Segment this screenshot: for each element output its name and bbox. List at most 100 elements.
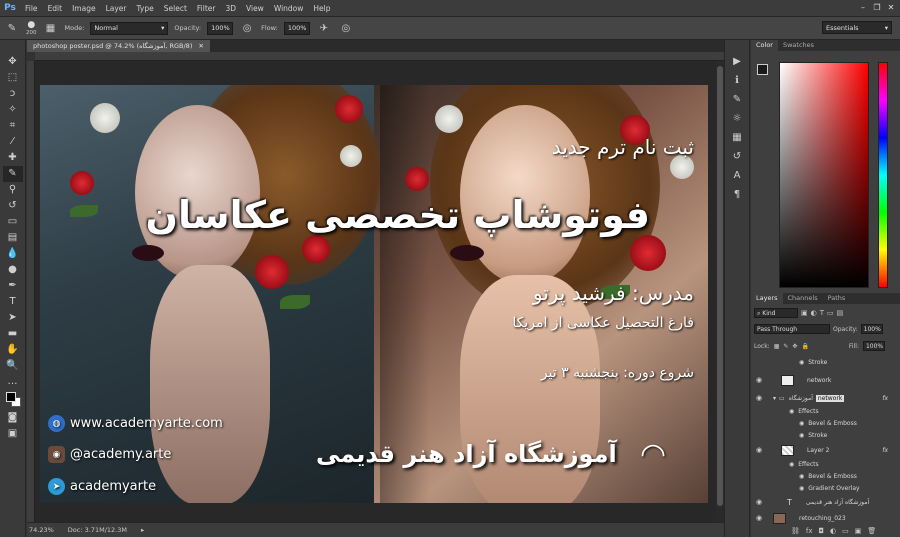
fx-icon[interactable]: fx [882,447,888,454]
paragraph-icon[interactable]: ¶ [728,187,746,203]
brush-panel-icon[interactable]: ✎ [728,92,746,108]
status-menu-icon[interactable]: ▸ [141,526,144,534]
layer-row[interactable]: ◉ T آموزشگاه آزاد هنر قدیمی [751,495,900,509]
effect-eye-icon[interactable]: ◉ [799,473,804,480]
character-icon[interactable]: A [728,168,746,184]
visibility-eye-icon[interactable]: ◉ [756,498,762,506]
document-canvas[interactable]: ثبت نام ترم جدید فوتوشاپ تخصصی عکاسان مد… [40,85,708,503]
pressure-size-icon[interactable]: ◎ [338,20,354,36]
document-tab[interactable]: photoshop poster.psd @ 74.2% (آموزشگاه, … [27,40,210,52]
layer-row[interactable]: ◉ Stroke [751,355,900,369]
tab-paths[interactable]: Paths [823,293,851,304]
lock-transparency-icon[interactable]: ▦ [774,343,780,350]
styles-icon[interactable]: ▦ [728,130,746,146]
healing-brush-tool-icon[interactable]: ✚ [3,150,23,166]
menu-type[interactable]: Type [132,4,159,13]
blend-mode-select[interactable]: Pass Through [754,324,830,334]
dodge-tool-icon[interactable]: ● [3,262,23,278]
adjustments-icon[interactable]: ☼ [728,111,746,127]
add-style-icon[interactable]: fx [806,527,813,535]
type-tool-icon[interactable]: T [3,294,23,310]
eyedropper-tool-icon[interactable]: ⁄ [3,134,23,150]
history-icon[interactable]: ↺ [728,149,746,165]
layer-row[interactable]: ◉ Stroke [751,428,900,442]
vertical-scrollbar[interactable] [716,61,724,522]
close-tab-icon[interactable]: ✕ [198,40,203,52]
trash-icon[interactable]: 🗑 [867,527,876,535]
menu-layer[interactable]: Layer [101,4,132,13]
crop-tool-icon[interactable]: ⌗ [3,118,23,134]
effects-eye-icon[interactable]: ◉ [789,461,794,468]
menu-select[interactable]: Select [159,4,192,13]
visibility-eye-icon[interactable]: ◉ [756,446,762,454]
rectangle-tool-icon[interactable]: ▬ [3,326,23,342]
fg-color-chip[interactable] [757,64,768,75]
screen-mode-icon[interactable]: ▣ [3,426,23,442]
path-selection-tool-icon[interactable]: ➤ [3,310,23,326]
filter-smart-icon[interactable]: ▤ [837,309,844,317]
effect-eye-icon[interactable]: ◉ [799,420,804,427]
menu-image[interactable]: Image [67,4,101,13]
airbrush-icon[interactable]: ✈ [316,20,332,36]
brush-size-picker[interactable]: ● 200 [26,20,37,36]
workspace-select[interactable]: Essentials ▾ [822,21,892,34]
menu-filter[interactable]: Filter [192,4,221,13]
fx-icon[interactable]: fx [882,395,888,402]
pen-tool-icon[interactable]: ✒ [3,278,23,294]
menu-help[interactable]: Help [308,4,335,13]
lock-position-icon[interactable]: ✥ [792,343,797,350]
opacity-field[interactable]: 100% [207,21,234,35]
menu-window[interactable]: Window [269,4,309,13]
history-brush-tool-icon[interactable]: ↺ [3,198,23,214]
scrollbar-thumb[interactable] [717,66,723,506]
add-mask-icon[interactable]: ◘ [819,527,825,535]
info-icon[interactable]: ℹ [728,73,746,89]
menu-edit[interactable]: Edit [43,4,68,13]
layer-row[interactable]: ◉ Layer 2 fx [751,443,900,457]
visibility-eye-icon[interactable]: ◉ [756,514,762,522]
color-picker-field[interactable] [779,62,869,288]
layer-row[interactable]: ◉ retouching_023 [751,511,900,525]
foreground-color-swatch[interactable] [5,392,16,402]
menu-3d[interactable]: 3D [220,4,241,13]
layer-row[interactable]: ◉ ▾ ▭ آموزشگاه network fx [751,391,900,405]
gradient-tool-icon[interactable]: ▤ [3,230,23,246]
tab-color[interactable]: Color [751,40,778,51]
effect-eye-icon[interactable]: ◉ [799,485,804,492]
clone-stamp-tool-icon[interactable]: ⚲ [3,182,23,198]
lasso-tool-icon[interactable]: ↄ [3,86,23,102]
filter-pixel-icon[interactable]: ▣ [801,309,808,317]
brush-tool-icon[interactable]: ✎ [2,166,23,182]
pressure-opacity-icon[interactable]: ◎ [239,20,255,36]
zoom-tool-icon[interactable]: 🔍 [3,358,23,374]
minimize-icon[interactable]: – [858,2,868,13]
visibility-eye-icon[interactable]: ◉ [756,376,762,384]
marquee-tool-icon[interactable]: ⬚ [3,70,23,86]
zoom-level[interactable]: 74.23% [29,526,54,534]
color-swatches[interactable] [3,390,23,410]
play-icon[interactable]: ▶ [728,54,746,70]
hue-slider[interactable] [878,62,888,288]
effects-eye-icon[interactable]: ◉ [789,408,794,415]
tab-layers[interactable]: Layers [751,293,783,304]
tab-channels[interactable]: Channels [783,293,823,304]
lock-all-icon[interactable]: 🔒 [801,343,808,350]
link-layers-icon[interactable]: ⛓ [791,527,800,535]
menu-file[interactable]: File [20,4,43,13]
adjustment-layer-icon[interactable]: ◐ [830,527,836,535]
layer-row[interactable]: ◉ Gradient Overlay [751,481,900,495]
new-layer-icon[interactable]: ▣ [855,527,862,535]
new-group-icon[interactable]: ▭ [842,527,849,535]
kind-filter-select[interactable]: ⌕ Kind [754,308,798,318]
group-chevron-icon[interactable]: ▾ [773,395,776,402]
blur-tool-icon[interactable]: 💧 [3,246,23,262]
close-icon[interactable]: ✕ [886,2,896,13]
restore-icon[interactable]: ❐ [872,2,882,13]
fill-field[interactable]: 100% [862,341,885,351]
filter-adjustment-icon[interactable]: ◐ [811,309,817,317]
quick-mask-icon[interactable]: ◙ [3,410,23,426]
hand-tool-icon[interactable]: ✋ [3,342,23,358]
filter-shape-icon[interactable]: ▭ [827,309,834,317]
lock-image-icon[interactable]: ✎ [783,343,788,350]
layer-opacity-field[interactable]: 100% [860,324,883,334]
